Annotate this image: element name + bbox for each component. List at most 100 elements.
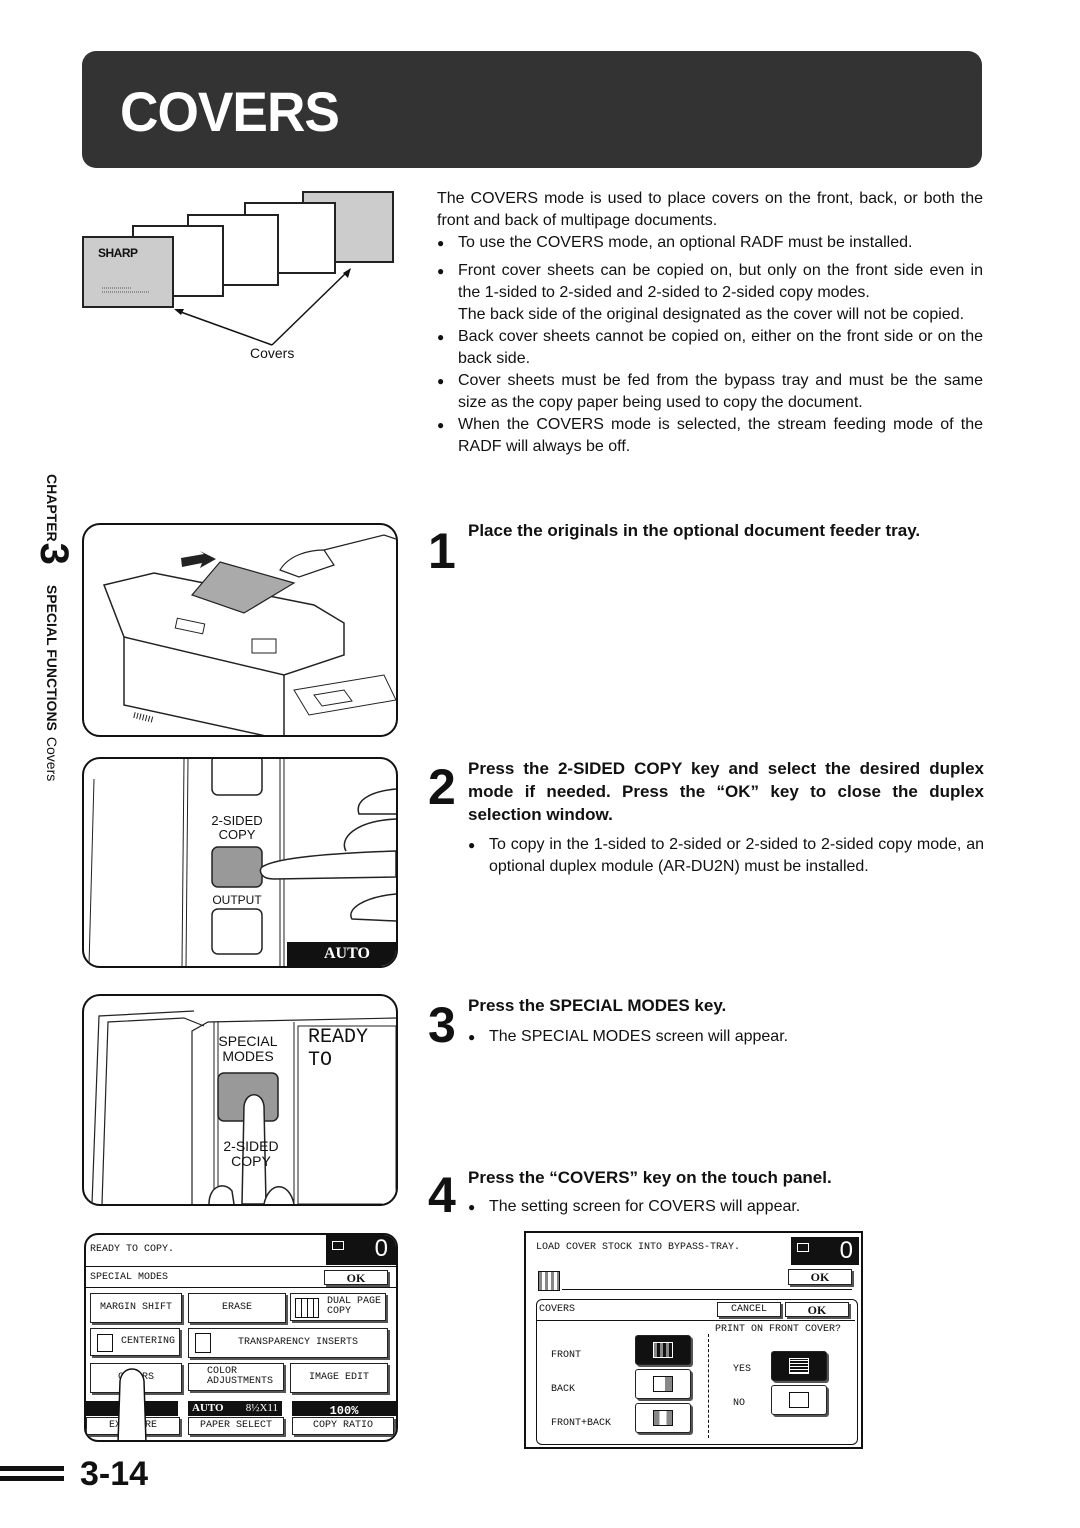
dashed-separator [708,1334,709,1438]
paper-display: AUTO 8½X11 [188,1401,282,1416]
divider [562,1289,852,1290]
button-label-line: ADJUSTMENTS [207,1376,274,1387]
front-cover-icon [653,1342,673,1358]
covers-caption: Covers [250,345,295,361]
key-label-output: OUTPUT [212,893,262,907]
step-number: 1 [428,523,456,579]
ok-button[interactable]: OK [785,1302,849,1317]
display-text: READY TO [308,1026,369,1072]
covers-stack-graphic [82,191,394,346]
chapter-word: CHAPTER [44,474,60,542]
page-number: 3-14 [80,1455,149,1493]
figure-special-modes-key: SPECIAL MODES 2-SIDED COPY READY TO [82,994,398,1206]
screen-message: LOAD COVER STOCK INTO BYPASS-TRAY. [536,1242,741,1253]
answer-label-yes: YES [733,1364,752,1375]
step-bullet-list: The SPECIAL MODES screen will appear. [468,1026,984,1048]
intro-bullet: Back cover sheets cannot be copied on, e… [437,326,983,370]
page-title: COVERS [120,80,340,143]
sharp-logo: SHARP [98,246,138,260]
special-modes-key[interactable] [218,1073,278,1121]
print-no-icon [789,1392,809,1408]
special-modes-screen: READY TO COPY. 0 SPECIAL MODES OK MARGIN… [84,1233,398,1442]
front-option-button[interactable] [635,1335,691,1365]
step-number: 3 [428,997,456,1053]
key-label-line: SPECIAL [218,1033,278,1049]
dialog-title: COVERS [539,1304,576,1315]
document-feeder-illustration [102,534,396,735]
dual-page-copy-icon [295,1298,319,1318]
intro-bullet: To use the COVERS mode, an optional RADF… [437,232,983,254]
key-label-line: 2-SIDED [211,813,263,828]
paper-select-button[interactable]: PAPER SELECT [188,1417,284,1435]
key-label-2sided-partial: 2-SIDED COPY [214,1139,288,1169]
centering-button[interactable]: CENTERING [90,1328,180,1356]
copy-ratio-value: 100% [329,1404,359,1418]
copy-count: 0 [374,1235,388,1262]
screen-message: READY TO COPY. [90,1244,175,1255]
divider [537,1320,855,1321]
finger-illustration [117,1368,147,1440]
step-bullet: The SPECIAL MODES screen will appear. [468,1026,984,1048]
covers-setting-screen: LOAD COVER STOCK INTO BYPASS-TRAY. 0 OK … [524,1231,863,1449]
step-bullet: To copy in the 1-sided to 2-sided or 2-s… [468,834,984,878]
transparency-inserts-button[interactable]: TRANSPARENCY INSERTS [188,1328,388,1358]
divider [86,1287,396,1288]
ok-button-top[interactable]: OK [788,1269,852,1285]
key-label-line: COPY [231,1153,271,1169]
2sided-copy-key[interactable] [212,847,262,887]
covers-mode-icon [538,1271,560,1291]
output-key[interactable] [212,909,262,954]
step-number: 2 [428,759,456,815]
intro-bullet: Front cover sheets can be copied on, but… [437,260,983,326]
button-label: TRANSPARENCY INSERTS [237,1337,359,1348]
erase-button[interactable]: ERASE [188,1293,286,1323]
yes-button[interactable] [771,1351,827,1381]
intro-bullet-list: To use the COVERS mode, an optional RADF… [437,232,983,458]
margin-shift-button[interactable]: MARGIN SHIFT [90,1293,182,1323]
intro-bullet: When the COVERS mode is selected, the st… [437,414,983,458]
step-heading: Press the 2-SIDED COPY key and select th… [468,759,984,824]
covers-illustration: SHARP Covers [80,185,410,370]
key-label-line: MODES [222,1048,274,1064]
option-label-front-back: FRONT+BACK [551,1418,612,1429]
back-option-button[interactable] [635,1369,691,1399]
intro-section: The COVERS mode is used to place covers … [437,188,983,458]
copy-counter: 0 [791,1237,859,1265]
step-heading: Press the “COVERS” key on the touch pane… [468,1168,832,1187]
front-back-option-button[interactable] [635,1403,691,1433]
screen-header: SPECIAL MODES [90,1272,169,1283]
key-label-special-modes: SPECIAL MODES [210,1034,286,1064]
cancel-button[interactable]: CANCEL [717,1302,781,1317]
ok-button[interactable]: OK [324,1270,388,1285]
paper-tray-icon [332,1241,344,1250]
no-button[interactable] [771,1385,827,1415]
divider [86,1266,396,1267]
copy-counter: 0 [326,1235,396,1265]
answer-label-no: NO [733,1398,746,1409]
figure-document-feeder [82,523,398,737]
dual-page-copy-button[interactable]: DUAL PAGE COPY [290,1293,386,1321]
intro-bullet-continuation: The back side of the original designated… [458,306,965,323]
intro-bullet: Cover sheets must be fed from the bypass… [437,370,983,414]
print-yes-icon [789,1358,809,1374]
subsection-name: Covers [44,736,60,782]
chapter-number: 3 [32,542,76,565]
step-bullet-list: To copy in the 1-sided to 2-sided or 2-s… [468,834,984,878]
button-label-line: COPY [326,1306,351,1317]
back-cover-icon [653,1376,673,1392]
step-bullet: The setting screen for COVERS will appea… [468,1196,984,1218]
key-label-line: 2-SIDED [223,1138,279,1154]
color-adjustments-button[interactable]: COLOR ADJUSTMENTS [188,1363,284,1391]
print-question: PRINT ON FRONT COVER? [715,1324,842,1335]
button-label: CENTERING [120,1336,175,1347]
intro-bullet-text: Front cover sheets can be copied on, but… [458,262,983,301]
transparency-icon [195,1333,211,1353]
image-edit-button[interactable]: IMAGE EDIT [290,1363,388,1393]
covers-dialog: COVERS CANCEL OK FRONT BACK FRONT+BACK P… [536,1299,858,1445]
chapter-sidebar: CHAPTER3 SPECIAL FUNCTIONS Covers [32,474,76,854]
copy-count: 0 [839,1237,853,1264]
step-heading: Place the originals in the optional docu… [468,521,921,540]
copy-ratio-button[interactable]: COPY RATIO [292,1417,394,1435]
intro-paragraph: The COVERS mode is used to place covers … [437,190,983,229]
page-number-bars [0,1466,64,1486]
